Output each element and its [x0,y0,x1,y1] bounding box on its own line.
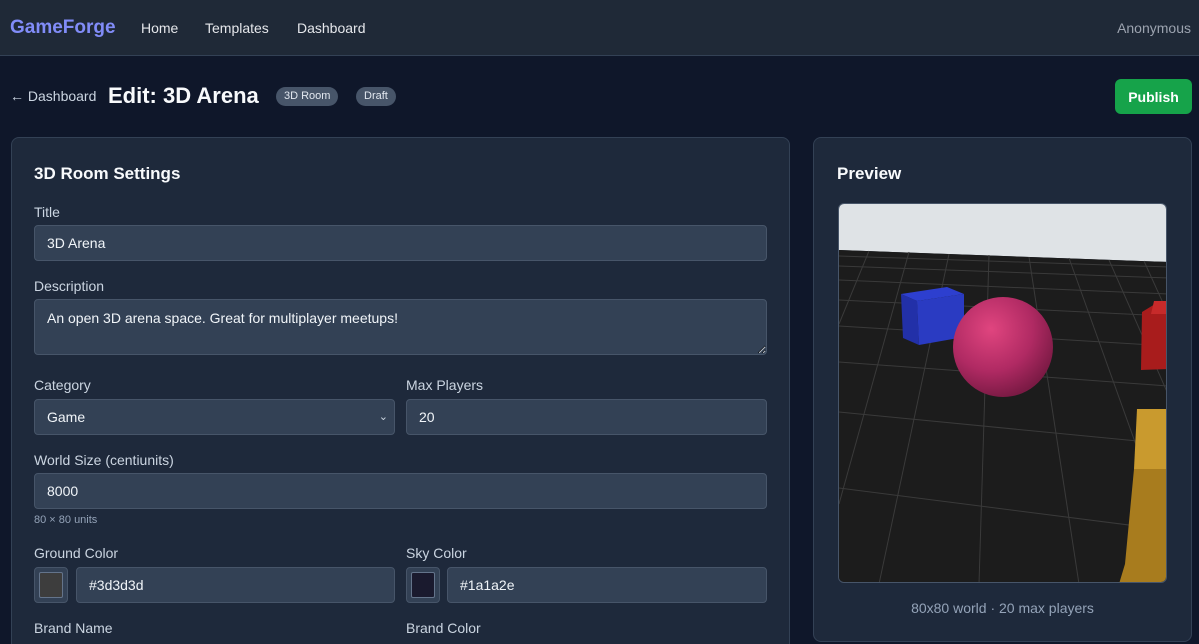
nav-link-home[interactable]: Home [141,20,178,36]
type-badge: 3D Room [276,87,339,106]
preview-caption: 80x80 world · 20 max players [911,600,1094,616]
sky-color-chip [411,572,435,598]
ground-color-chip [39,572,63,598]
sky-color-input[interactable]: #1a1a2e [447,567,767,603]
preview-canvas[interactable] [838,203,1167,583]
title-input[interactable]: 3D Arena [34,225,767,261]
sky-color-label: Sky Color [406,545,467,561]
description-textarea[interactable]: An open 3D arena space. Great for multip… [34,299,767,355]
description-label: Description [34,278,105,294]
brand-color-label: Brand Color [406,620,481,636]
settings-heading: 3D Room Settings [34,164,181,183]
top-nav: GameForge Home Templates Dashboard Anony… [0,0,1199,56]
category-value: Game [47,409,86,425]
category-label: Category [34,377,91,393]
world-size-input[interactable]: 8000 [34,473,767,509]
ground-color-input[interactable]: #3d3d3d [76,567,395,603]
title-label: Title [34,204,60,220]
max-players-input[interactable]: 20 [406,399,767,435]
chevron-down-icon: ⌄ [378,411,388,423]
blue-cube-side [901,294,919,345]
max-players-label: Max Players [406,377,484,393]
world-size-hint: 80 × 80 units [34,514,98,526]
brand-name-label: Brand Name [34,620,113,636]
publish-button[interactable]: Publish [1115,79,1192,114]
preview-heading: Preview [837,164,902,183]
pink-sphere [953,297,1053,397]
back-to-dashboard-link[interactable]: ← Dashboard [10,88,96,104]
category-select[interactable]: Game ⌄ [34,399,395,435]
brand-logo[interactable]: GameForge [10,17,116,39]
status-badge: Draft [356,87,396,106]
ground-color-label: Ground Color [34,545,119,561]
ground-color-swatch[interactable] [34,567,68,603]
user-name[interactable]: Anonymous [1117,20,1191,36]
nav-link-dashboard[interactable]: Dashboard [297,20,366,36]
sky-color-swatch[interactable] [406,567,440,603]
world-size-label: World Size (centiunits) [34,452,174,468]
scene-view [839,204,1166,582]
nav-link-templates[interactable]: Templates [205,20,269,36]
page-title: Edit: 3D Arena [108,83,259,108]
yellow-block-top [1134,409,1166,469]
